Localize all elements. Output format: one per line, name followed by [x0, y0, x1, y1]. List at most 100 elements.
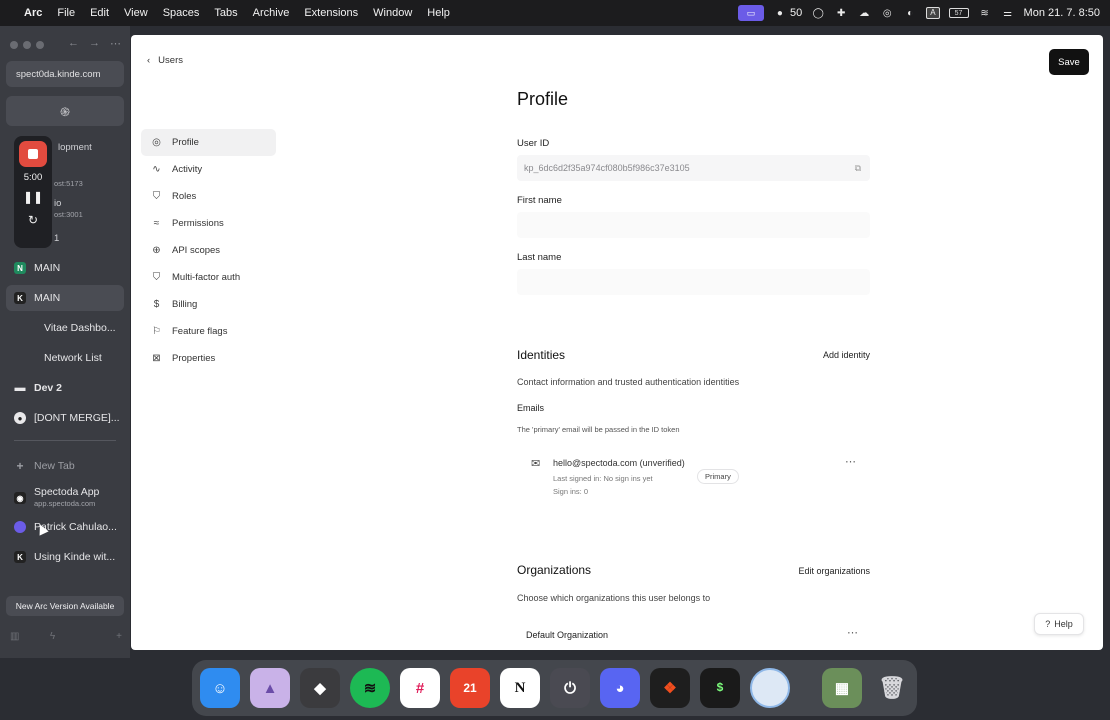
minimize-dot[interactable] — [23, 41, 31, 49]
sidebar-tab-spectoda[interactable]: ◉ Spectoda App app.spectoda.com — [6, 483, 124, 513]
terminal-icon[interactable]: $ — [700, 668, 740, 708]
add-space-icon[interactable]: + — [116, 631, 122, 642]
subnav-permissions[interactable]: ≈ Permissions — [141, 210, 276, 237]
github-icon: ● — [776, 7, 783, 19]
organization-more-icon[interactable]: ⋯ — [847, 626, 858, 639]
wifi-icon[interactable]: ≋ — [978, 7, 992, 19]
menu-help[interactable]: Help — [427, 7, 450, 19]
subnav-roles[interactable]: ⛉ Roles — [141, 183, 276, 210]
restart-icon[interactable]: ↻ — [28, 211, 38, 229]
cloud-icon[interactable]: ☁ — [857, 7, 871, 19]
partial-tab-1[interactable]: lopment — [58, 142, 92, 153]
battery-icon[interactable]: 57 — [948, 8, 969, 18]
sidebar-tab-label: Network List — [44, 352, 102, 364]
menu-app[interactable]: Arc — [24, 7, 42, 19]
menu-view[interactable]: View — [124, 7, 148, 19]
menu-extensions[interactable]: Extensions — [304, 7, 358, 19]
copy-icon[interactable]: ⧉ — [855, 163, 861, 174]
menu-window[interactable]: Window — [373, 7, 412, 19]
github-status[interactable]: ● 50 — [773, 7, 802, 19]
photo-thumbnail-icon[interactable]: ▦ — [822, 668, 862, 708]
organization-name: Default Organization — [526, 630, 609, 640]
notion-icon[interactable]: N — [500, 668, 540, 708]
spotify-icon[interactable]: ≋ — [350, 668, 390, 708]
save-button[interactable]: Save — [1049, 49, 1089, 75]
help-button[interactable]: ? Help — [1034, 613, 1084, 635]
sidebar-tab-kinde-docs[interactable]: K Using Kinde wit... — [6, 544, 124, 570]
bolt-icon[interactable]: ϟ — [50, 631, 55, 642]
new-tab-button[interactable]: + New Tab — [6, 453, 124, 479]
add-identity-button[interactable]: Add identity — [823, 350, 870, 360]
affinity-icon[interactable]: ▲ — [250, 668, 290, 708]
first-name-input[interactable] — [517, 212, 870, 238]
puzzle-icon[interactable]: ✚ — [834, 7, 848, 19]
update-arc-button[interactable]: New Arc Version Available — [6, 596, 124, 616]
subnav-feature-flags[interactable]: ⚐ Feature flags — [141, 318, 276, 345]
subnav-label: Properties — [172, 353, 216, 364]
sidebar-tab-main-2[interactable]: K MAIN — [6, 285, 124, 311]
emails-description: The 'primary' email will be passed in th… — [517, 425, 680, 434]
url-bar[interactable]: spect0da.kinde.com — [6, 61, 124, 87]
dollar-icon: $ — [153, 299, 160, 310]
sidebar-tab-vitae[interactable]: Vitae Dashbo... — [6, 315, 124, 341]
sidebar-tab-network[interactable]: Network List — [6, 345, 124, 371]
trash-icon[interactable]: 🗑 — [872, 668, 912, 708]
screen-mirror-icon[interactable]: ▭ — [737, 5, 764, 21]
menu-spaces[interactable]: Spaces — [163, 7, 200, 19]
back-arrow-icon[interactable]: ← — [68, 37, 79, 50]
cube-app-icon[interactable]: ◆ — [300, 668, 340, 708]
sidebar-tab-patrick[interactable]: Patrick Cahulao... — [6, 514, 124, 540]
input-source[interactable]: A — [926, 7, 940, 19]
circle-app-icon[interactable] — [750, 668, 790, 708]
partial-tab-2[interactable]: ost:5173 — [54, 178, 83, 189]
pause-icon[interactable]: ❚❚ — [23, 188, 43, 206]
github-icon: ● — [14, 412, 26, 424]
page-title: Profile — [517, 89, 569, 109]
menu-file[interactable]: File — [57, 7, 75, 19]
circle-status-icon[interactable]: ◯ — [811, 7, 825, 19]
subnav-mfa[interactable]: ⛉ Multi-factor auth — [141, 264, 276, 291]
subnav-billing[interactable]: $ Billing — [141, 291, 276, 318]
clock[interactable]: Mon 21. 7. 8:50 — [1024, 7, 1100, 19]
power-app-icon[interactable]: ⏻ — [550, 668, 590, 708]
partial-tab-3[interactable]: io ost:3001 — [54, 198, 83, 220]
close-dot[interactable] — [10, 41, 18, 49]
subnav-properties[interactable]: ⊠ Properties — [141, 345, 276, 372]
last-name-input[interactable] — [517, 269, 870, 295]
sidebar-folder-dev2[interactable]: ▬ Dev 2 — [6, 375, 124, 401]
finder-icon[interactable]: ☺ — [200, 668, 240, 708]
subnav-label: Activity — [172, 164, 203, 175]
subnav-activity[interactable]: ∿ Activity — [141, 156, 276, 183]
forward-arrow-icon[interactable]: → — [89, 37, 100, 50]
target-icon[interactable]: ◎ — [880, 7, 894, 19]
email-more-icon[interactable]: ⋯ — [845, 455, 856, 468]
sidebar-tab-label: Spectoda App — [34, 486, 100, 498]
email-identity-row: ✉ hello@spectoda.com (unverified) Last s… — [531, 455, 856, 505]
favorite-tile[interactable]: ֍ — [6, 96, 124, 126]
control-center-icon[interactable]: ⚌ — [1001, 7, 1015, 19]
partial-tab-4[interactable]: 1 — [54, 233, 59, 244]
sidebar-tab-pr[interactable]: ● [DONT MERGE]... — [6, 405, 124, 431]
back-to-users[interactable]: ‹ Users — [147, 55, 183, 66]
sidebar-tab-main-1[interactable]: N MAIN — [6, 255, 124, 281]
mail-icon: ✉ — [531, 458, 541, 470]
zoom-dot[interactable] — [36, 41, 44, 49]
figma-icon[interactable]: ❖ — [650, 668, 690, 708]
subnav-api-scopes[interactable]: ⊕ API scopes — [141, 237, 276, 264]
profile-subnav: ◎ Profile ∿ Activity ⛉ Roles ≈ Permissions ⊕… — [141, 129, 276, 372]
menu-tabs[interactable]: Tabs — [214, 7, 237, 19]
calendar-icon[interactable]: 21 — [450, 668, 490, 708]
archive-icon[interactable]: ▥ — [10, 631, 19, 642]
menu-edit[interactable]: Edit — [90, 7, 109, 19]
discord-icon[interactable]: ◕ — [600, 668, 640, 708]
sidebar-folder-label: Dev 2 — [34, 382, 63, 394]
slack-icon[interactable]: # — [400, 668, 440, 708]
stop-recording-button[interactable] — [19, 141, 47, 167]
menu-archive[interactable]: Archive — [253, 7, 290, 19]
subnav-profile[interactable]: ◎ Profile — [141, 129, 276, 156]
edit-organizations-button[interactable]: Edit organizations — [798, 566, 870, 576]
more-icon[interactable]: ⋯ — [110, 37, 121, 50]
gauge-icon[interactable]: ◐ — [903, 7, 917, 19]
user-id-label: User ID — [517, 138, 550, 149]
user-id-field[interactable]: kp_6dc6d2f35a974cf080b5f986c37e3105 ⧉ — [517, 155, 870, 181]
